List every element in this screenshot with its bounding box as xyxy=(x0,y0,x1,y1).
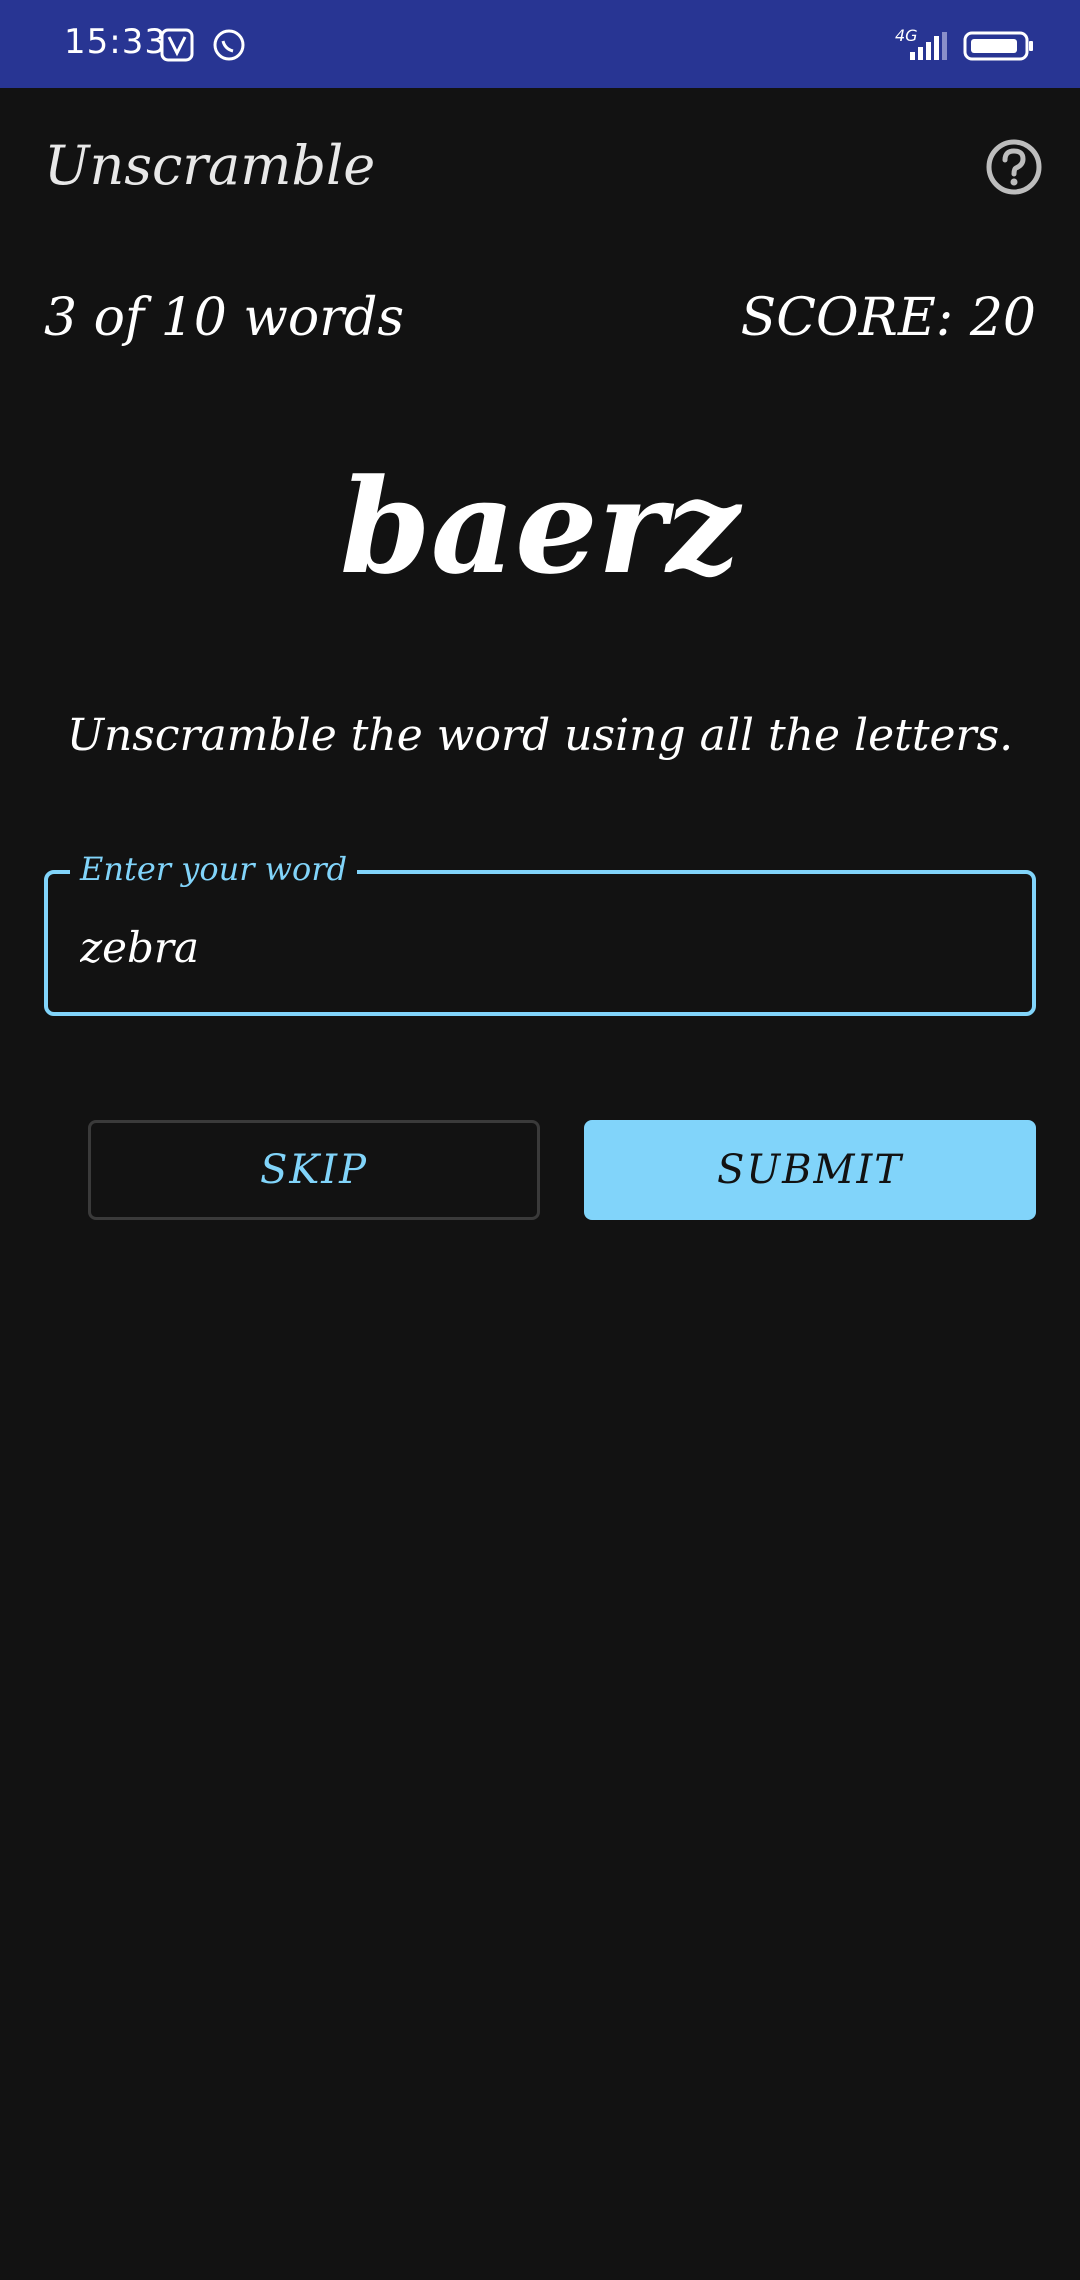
word-input-container[interactable]: Enter your word xyxy=(44,850,1036,1016)
skip-button[interactable]: SKIP xyxy=(88,1120,540,1220)
battery-icon xyxy=(963,30,1035,64)
word-input[interactable] xyxy=(78,916,1002,978)
score-label: SCORE: 20 xyxy=(740,288,1036,348)
whatsapp-icon xyxy=(212,28,246,62)
signal-icon xyxy=(890,30,950,64)
scrambled-word: baerz xyxy=(339,450,741,603)
submit-button[interactable]: SUBMIT xyxy=(584,1120,1036,1220)
instructions-text: Unscramble the word using all the letter… xyxy=(66,710,1014,761)
app-title: Unscramble xyxy=(44,134,376,197)
help-circle-icon[interactable] xyxy=(985,138,1043,196)
app-bar: Unscramble xyxy=(0,88,1080,248)
word-count: 3 of 10 words xyxy=(44,288,405,348)
progress-row: 3 of 10 words SCORE: 20 xyxy=(44,288,1036,358)
status-bar: 15:33 4G xyxy=(0,0,1080,88)
word-input-label: Enter your word xyxy=(70,850,358,888)
status-time: 15:33 xyxy=(64,22,167,62)
music-app-icon xyxy=(160,28,194,62)
